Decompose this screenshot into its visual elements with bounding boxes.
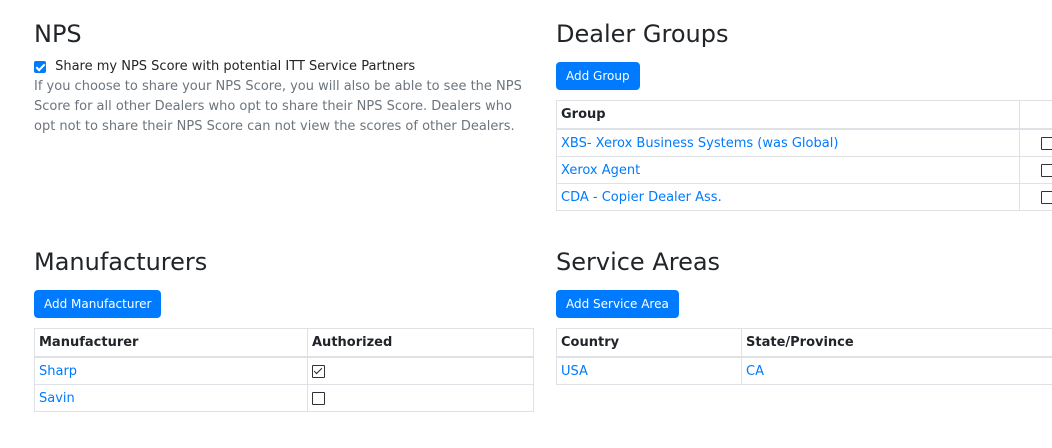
table-header-row: Country State/Province xyxy=(556,328,1052,358)
table-header-row: Manufacturer Authorized xyxy=(34,328,534,358)
service-areas-section: Service Areas Add Service Area Country S… xyxy=(556,248,1052,385)
state-link[interactable]: CA xyxy=(746,364,764,379)
column-header-authorized: Authorized xyxy=(307,328,534,358)
table-row: Savin xyxy=(34,384,534,412)
nps-share-row: Share my NPS Score with potential ITT Se… xyxy=(34,56,534,75)
table-row: CDA - Copier Dealer Ass. xyxy=(556,183,1052,211)
dealer-groups-table: Group XBS- Xerox Business Systems (was G… xyxy=(556,100,1052,211)
authorized-checkbox[interactable] xyxy=(312,391,325,405)
group-checkbox[interactable] xyxy=(1041,163,1052,177)
table-row: USA CA xyxy=(556,356,1052,385)
group-link[interactable]: XBS- Xerox Business Systems (was Global) xyxy=(561,136,838,151)
column-header-country: Country xyxy=(556,328,742,358)
dealer-groups-section: Dealer Groups Add Group Group XBS- Xerox… xyxy=(556,20,1052,211)
country-link[interactable]: USA xyxy=(561,364,588,379)
nps-share-checkbox[interactable] xyxy=(34,60,46,73)
nps-share-label: Share my NPS Score with potential ITT Se… xyxy=(55,59,416,74)
add-service-area-button[interactable]: Add Service Area xyxy=(556,290,679,318)
add-manufacturer-button[interactable]: Add Manufacturer xyxy=(34,290,162,318)
column-header-select xyxy=(1019,100,1052,130)
manufacturer-link[interactable]: Savin xyxy=(39,391,75,406)
column-header-state: State/Province xyxy=(741,328,1052,358)
manufacturers-title: Manufacturers xyxy=(34,248,208,276)
column-header-manufacturer: Manufacturer xyxy=(34,328,308,358)
dealer-groups-title: Dealer Groups xyxy=(556,20,729,48)
authorized-checkbox[interactable] xyxy=(312,364,325,378)
table-header-row: Group xyxy=(556,100,1052,130)
group-checkbox[interactable] xyxy=(1041,190,1052,204)
service-areas-title: Service Areas xyxy=(556,248,721,276)
group-checkbox[interactable] xyxy=(1041,136,1052,150)
manufacturers-table: Manufacturer Authorized Sharp Savin xyxy=(34,328,534,412)
table-row: Sharp xyxy=(34,356,534,385)
nps-section: NPS Share my NPS Score with potential IT… xyxy=(34,20,534,137)
table-row: XBS- Xerox Business Systems (was Global) xyxy=(556,128,1052,157)
column-header-group: Group xyxy=(556,100,1020,130)
manufacturers-section: Manufacturers Add Manufacturer Manufactu… xyxy=(34,248,534,412)
add-group-button[interactable]: Add Group xyxy=(556,62,640,90)
nps-description: If you choose to share your NPS Score, y… xyxy=(34,79,522,134)
group-link[interactable]: CDA - Copier Dealer Ass. xyxy=(561,190,722,205)
table-row: Xerox Agent xyxy=(556,156,1052,184)
service-areas-table: Country State/Province USA CA xyxy=(556,328,1052,385)
nps-title: NPS xyxy=(34,20,82,48)
manufacturer-link[interactable]: Sharp xyxy=(39,364,77,379)
group-link[interactable]: Xerox Agent xyxy=(561,163,640,178)
